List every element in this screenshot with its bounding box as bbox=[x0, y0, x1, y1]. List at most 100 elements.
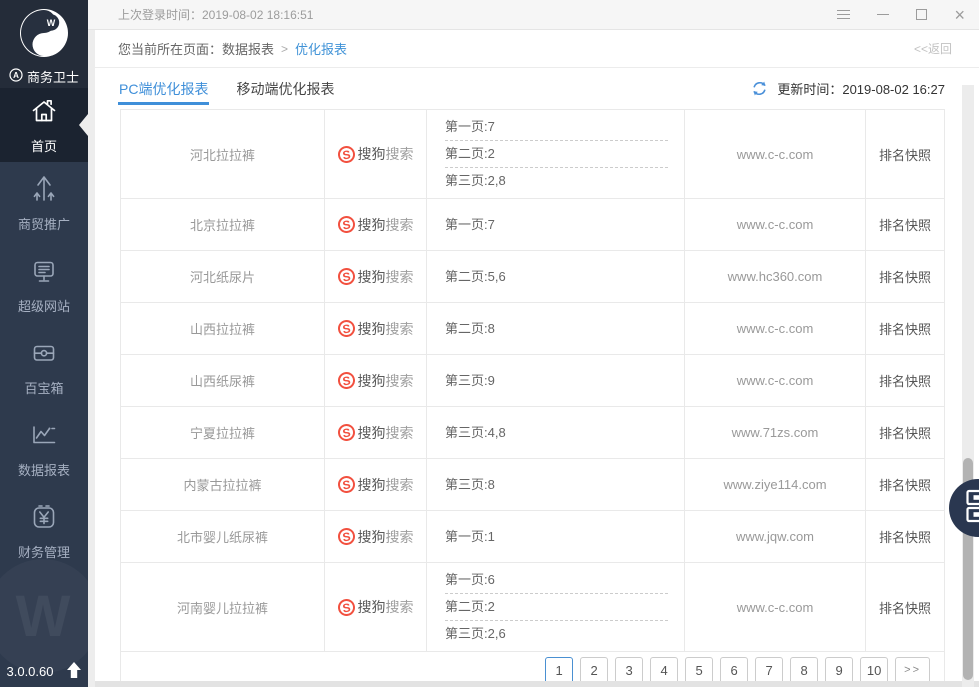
table-row: 内蒙古拉拉裤 S 搜狗搜索 第三页:8 www.ziye114.com 排名快照 bbox=[121, 459, 944, 511]
page-button-4[interactable]: 4 bbox=[650, 657, 678, 684]
window-titlebar: 上次登录时间：2019-08-02 18:16:51 × bbox=[88, 0, 979, 30]
brand-badge-icon: A bbox=[9, 68, 23, 85]
website-cell: www.c-c.com bbox=[685, 303, 866, 354]
back-link[interactable]: <<返回 bbox=[914, 40, 952, 57]
promotion-icon bbox=[29, 174, 59, 207]
engine-word: 搜索 bbox=[386, 269, 414, 285]
engine-brand: 搜狗 bbox=[358, 321, 386, 337]
keyword-cell: 山西拉拉裤 bbox=[121, 303, 325, 354]
page-button-10[interactable]: 10 bbox=[860, 657, 888, 684]
sogou-icon: S bbox=[336, 527, 355, 546]
last-login-label: 上次登录时间：2019-08-02 18:16:51 bbox=[118, 6, 313, 23]
sidebar-item-data-reports[interactable]: 数据报表 bbox=[0, 408, 88, 490]
tab-mobile-report[interactable]: 移动端优化报表 bbox=[235, 68, 335, 109]
sidebar-item-label: 超级网站 bbox=[18, 296, 70, 315]
snapshot-link[interactable]: 排名快照 bbox=[866, 110, 944, 198]
engine-cell: S 搜狗搜索 bbox=[325, 251, 427, 302]
watermark-logo: W bbox=[0, 559, 88, 673]
app-logo-icon: W bbox=[19, 8, 69, 63]
keyword-cell: 河北纸尿片 bbox=[121, 251, 325, 302]
snapshot-link[interactable]: 排名快照 bbox=[866, 199, 944, 250]
tabs-row: PC端优化报表 移动端优化报表 更新时间：2019-08-02 16:27 bbox=[95, 68, 979, 109]
window-minimize-icon[interactable] bbox=[877, 8, 889, 22]
engine-cell: S 搜狗搜索 bbox=[325, 511, 427, 562]
keyword-cell: 河南婴儿拉拉裤 bbox=[121, 563, 325, 651]
breadcrumb-current[interactable]: 优化报表 bbox=[295, 39, 347, 58]
page-button-3[interactable]: 3 bbox=[615, 657, 643, 684]
sogou-icon: S bbox=[336, 371, 355, 390]
engine-word: 搜索 bbox=[386, 217, 414, 233]
report-chart-icon bbox=[29, 420, 59, 453]
snapshot-link[interactable]: 排名快照 bbox=[866, 407, 944, 458]
table-row: 山西纸尿裤 S 搜狗搜索 第三页:9 www.c-c.com 排名快照 bbox=[121, 355, 944, 407]
snapshot-link[interactable]: 排名快照 bbox=[866, 355, 944, 406]
refresh-icon[interactable] bbox=[751, 80, 768, 97]
engine-word: 搜索 bbox=[386, 146, 414, 162]
svg-text:A: A bbox=[13, 71, 19, 80]
page-button-1[interactable]: 1 bbox=[545, 657, 573, 684]
brand-name: 商务卫士 bbox=[27, 67, 79, 86]
engine-brand: 搜狗 bbox=[358, 529, 386, 545]
window-menu-icon[interactable] bbox=[837, 8, 850, 22]
snapshot-link[interactable]: 排名快照 bbox=[866, 459, 944, 510]
page-rank: 第三页:9 bbox=[445, 368, 668, 394]
sidebar-item-home[interactable]: 首页 bbox=[0, 88, 88, 162]
breadcrumb-location: 您当前所在页面：数据报表 bbox=[118, 39, 274, 58]
sidebar-item-toolbox[interactable]: 百宝箱 bbox=[0, 326, 88, 408]
page-rank: 第一页:1 bbox=[445, 524, 668, 550]
page-rank: 第二页:8 bbox=[445, 316, 668, 342]
horizontal-scrollbar-track[interactable] bbox=[95, 681, 979, 687]
engine-cell: S 搜狗搜索 bbox=[325, 459, 427, 510]
website-cell: www.c-c.com bbox=[685, 563, 866, 651]
page-rank: 第二页:2 bbox=[445, 594, 668, 621]
pages-cell: 第三页:8 bbox=[427, 459, 685, 510]
upgrade-arrow-icon[interactable] bbox=[66, 661, 82, 682]
window-close-icon[interactable]: × bbox=[954, 8, 965, 22]
tab-pc-report[interactable]: PC端优化报表 bbox=[118, 68, 209, 109]
page-rank: 第一页:7 bbox=[445, 212, 668, 238]
snapshot-link[interactable]: 排名快照 bbox=[866, 511, 944, 562]
page-button-5[interactable]: 5 bbox=[685, 657, 713, 684]
main-area: 上次登录时间：2019-08-02 18:16:51 × 您当前所在页面：数据报… bbox=[88, 0, 979, 687]
website-icon bbox=[29, 256, 59, 289]
sidebar-item-label: 首页 bbox=[31, 136, 57, 155]
website-cell: www.hc360.com bbox=[685, 251, 866, 302]
snapshot-link[interactable]: 排名快照 bbox=[866, 251, 944, 302]
website-cell: www.jqw.com bbox=[685, 511, 866, 562]
page-button-6[interactable]: 6 bbox=[720, 657, 748, 684]
sidebar-item-label: 财务管理 bbox=[18, 542, 70, 561]
engine-cell: S 搜狗搜索 bbox=[325, 303, 427, 354]
keyword-cell: 山西纸尿裤 bbox=[121, 355, 325, 406]
snapshot-link[interactable]: 排名快照 bbox=[866, 303, 944, 354]
engine-brand: 搜狗 bbox=[358, 599, 386, 615]
website-cell: www.c-c.com bbox=[685, 110, 866, 198]
page-button-8[interactable]: 8 bbox=[790, 657, 818, 684]
keyword-cell: 河北拉拉裤 bbox=[121, 110, 325, 198]
sogou-icon: S bbox=[336, 475, 355, 494]
pages-cell: 第二页:5,6 bbox=[427, 251, 685, 302]
vertical-scrollbar-track[interactable] bbox=[962, 85, 974, 687]
sidebar-item-promotion[interactable]: 商贸推广 bbox=[0, 162, 88, 244]
next-page-button[interactable]: >> bbox=[895, 657, 930, 684]
page-button-9[interactable]: 9 bbox=[825, 657, 853, 684]
sidebar-item-label: 商贸推广 bbox=[18, 214, 70, 233]
pages-cell: 第一页:7 bbox=[427, 199, 685, 250]
snapshot-link[interactable]: 排名快照 bbox=[866, 563, 944, 651]
page-rank: 第一页:6 bbox=[445, 567, 668, 594]
finance-icon bbox=[29, 502, 59, 535]
page-rank: 第三页:8 bbox=[445, 472, 668, 498]
pages-cell: 第三页:4,8 bbox=[427, 407, 685, 458]
engine-cell: S 搜狗搜索 bbox=[325, 199, 427, 250]
table-row: 河北纸尿片 S 搜狗搜索 第二页:5,6 www.hc360.com 排名快照 bbox=[121, 251, 944, 303]
sogou-icon: S bbox=[336, 215, 355, 234]
page-rank: 第二页:5,6 bbox=[445, 264, 668, 290]
page-button-2[interactable]: 2 bbox=[580, 657, 608, 684]
content-panel: 您当前所在页面：数据报表 > 优化报表 <<返回 PC端优化报表 移动端优化报表… bbox=[95, 30, 979, 687]
page-button-7[interactable]: 7 bbox=[755, 657, 783, 684]
window-maximize-icon[interactable] bbox=[916, 8, 927, 22]
engine-word: 搜索 bbox=[386, 321, 414, 337]
version-label: 3.0.0.60 bbox=[7, 664, 54, 679]
breadcrumb: 您当前所在页面：数据报表 > 优化报表 <<返回 bbox=[95, 30, 979, 68]
engine-word: 搜索 bbox=[386, 425, 414, 441]
sidebar-item-super-website[interactable]: 超级网站 bbox=[0, 244, 88, 326]
